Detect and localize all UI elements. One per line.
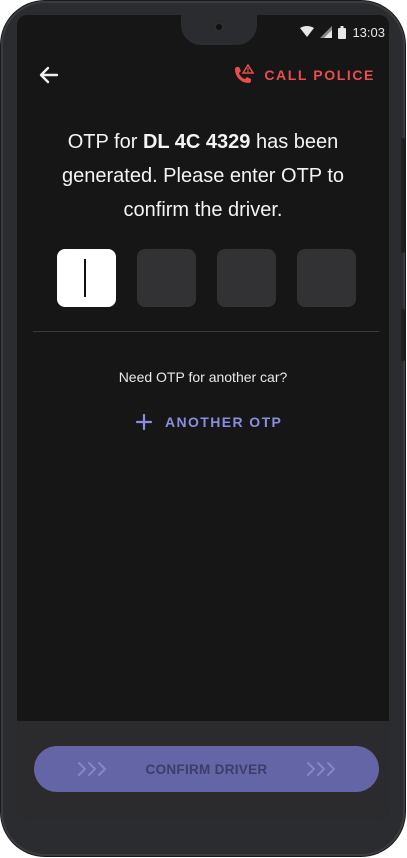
otp-message: OTP for DL 4C 4329 has been generated. P… — [37, 125, 369, 227]
battery-icon — [338, 25, 347, 39]
text-caret — [84, 259, 86, 297]
status-bar: 13:03 — [300, 22, 385, 42]
triple-chevron-right-icon — [78, 762, 106, 776]
phone-frame: 13:03 CALL POLICE OTP for DL 4C 4329 has… — [1, 1, 405, 856]
notch — [181, 15, 257, 45]
arrow-left-icon — [39, 66, 59, 84]
another-otp-label: ANOTHER OTP — [165, 414, 283, 430]
message-prefix: OTP for — [67, 131, 143, 153]
otp-digit-4[interactable] — [297, 249, 356, 307]
app-screen: 13:03 CALL POLICE OTP for DL 4C 4329 has… — [17, 15, 389, 819]
power-button — [401, 309, 405, 361]
otp-digit-1[interactable] — [57, 249, 116, 307]
otp-digit-2[interactable] — [137, 249, 196, 307]
confirm-driver-button[interactable]: CONFIRM DRIVER — [34, 746, 379, 792]
triple-chevron-right-icon — [307, 762, 335, 776]
status-time: 13:03 — [352, 24, 385, 40]
plus-icon — [135, 413, 153, 431]
call-police-button[interactable]: CALL POLICE — [232, 61, 375, 89]
otp-digit-3[interactable] — [217, 249, 276, 307]
confirm-driver-label: CONFIRM DRIVER — [145, 761, 268, 777]
signal-icon — [320, 26, 333, 38]
divider — [33, 331, 379, 332]
call-police-label: CALL POLICE — [264, 67, 375, 83]
wifi-icon — [300, 26, 315, 37]
another-car-question: Need OTP for another car? — [118, 369, 288, 385]
top-bar: CALL POLICE — [17, 55, 389, 95]
phone-alert-icon — [235, 64, 255, 83]
back-button[interactable] — [35, 61, 63, 89]
bottom-bar: CONFIRM DRIVER — [17, 721, 389, 819]
volume-button — [401, 138, 405, 253]
another-otp-button[interactable]: ANOTHER OTP — [135, 411, 282, 433]
vehicle-number: DL 4C 4329 — [142, 131, 251, 153]
otp-input-group — [57, 249, 356, 307]
camera-icon — [213, 21, 225, 33]
